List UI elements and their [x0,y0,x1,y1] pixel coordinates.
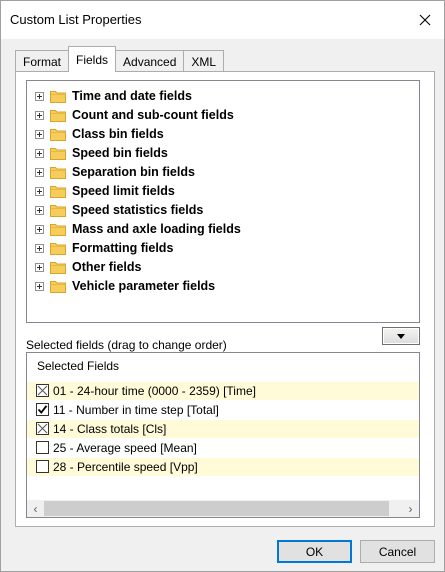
expand-plus-icon[interactable] [35,225,44,234]
tree-item[interactable]: Vehicle parameter fields [27,277,419,296]
field-checkbox[interactable] [36,441,49,454]
tree-item[interactable]: Speed statistics fields [27,201,419,220]
indeterminate-cross-icon [37,385,48,396]
selected-field-row[interactable]: 11 - Number in time step [Total] [27,401,419,419]
ok-button[interactable]: OK [277,540,352,563]
expand-plus-icon[interactable] [35,130,44,139]
selected-field-label: 25 - Average speed [Mean] [53,441,197,455]
scroll-right-icon[interactable]: › [402,500,419,517]
tree-item[interactable]: Count and sub-count fields [27,106,419,125]
tree-item-label: Speed statistics fields [72,203,204,217]
tree-item[interactable]: Class bin fields [27,125,419,144]
selected-fields-header: Selected Fields [37,359,120,373]
tree-item-label: Other fields [72,260,142,274]
chevron-down-icon [397,333,405,339]
tree-item[interactable]: Formatting fields [27,239,419,258]
expand-plus-icon[interactable] [35,111,44,120]
folder-icon [50,186,66,198]
tree-item-label: Class bin fields [72,127,164,141]
close-icon [419,14,431,26]
tree-item-label: Time and date fields [72,89,192,103]
selected-field-row[interactable]: 14 - Class totals [Cls] [27,420,419,438]
checkmark-icon [37,405,48,414]
selected-field-label: 28 - Percentile speed [Vpp] [53,460,198,474]
indeterminate-cross-icon [37,423,48,434]
tree-item-label: Formatting fields [72,241,174,255]
tree-item[interactable]: Separation bin fields [27,163,419,182]
tab-format[interactable]: Format [15,50,70,72]
selected-field-row[interactable]: 28 - Percentile speed [Vpp] [27,458,419,476]
selected-fields-caption: Selected fields (drag to change order) [26,338,227,352]
folder-icon [50,91,66,103]
field-checkbox[interactable] [36,460,49,473]
field-checkbox[interactable] [36,422,49,435]
field-checkbox[interactable] [36,384,49,397]
folder-icon [50,167,66,179]
horizontal-scrollbar[interactable]: ‹ › [27,500,419,517]
close-button[interactable] [406,1,444,39]
folder-icon [50,110,66,122]
folder-icon [50,281,66,293]
tab-strip: Format Fields Advanced XML [15,46,225,72]
tree-item[interactable]: Other fields [27,258,419,277]
tab-fields[interactable]: Fields [68,46,117,72]
cancel-button[interactable]: Cancel [360,540,435,563]
fields-tab-panel: Time and date fields Count and sub-count … [15,71,435,527]
expand-plus-icon[interactable] [35,244,44,253]
expand-plus-icon[interactable] [35,206,44,215]
expand-plus-icon[interactable] [35,149,44,158]
tree-item-label: Speed limit fields [72,184,175,198]
tree-item-label: Separation bin fields [72,165,195,179]
folder-icon [50,148,66,160]
expand-plus-icon[interactable] [35,187,44,196]
expand-plus-icon[interactable] [35,92,44,101]
tree-item[interactable]: Time and date fields [27,87,419,106]
tree-item-label: Mass and axle loading fields [72,222,241,236]
folder-icon [50,129,66,141]
folder-icon [50,243,66,255]
tree-item[interactable]: Speed bin fields [27,144,419,163]
folder-icon [50,262,66,274]
field-checkbox[interactable] [36,403,49,416]
tree-item[interactable]: Speed limit fields [27,182,419,201]
expand-plus-icon[interactable] [35,263,44,272]
expand-plus-icon[interactable] [35,282,44,291]
tab-advanced[interactable]: Advanced [115,50,185,72]
scrollbar-thumb[interactable] [44,501,389,516]
window-title: Custom List Properties [10,12,142,27]
title-bar: Custom List Properties [1,1,444,39]
selected-field-label: 01 - 24-hour time (0000 - 2359) [Time] [53,384,256,398]
tree-item[interactable]: Mass and axle loading fields [27,220,419,239]
tree-item-label: Vehicle parameter fields [72,279,216,293]
folder-icon [50,224,66,236]
expand-plus-icon[interactable] [35,168,44,177]
custom-list-properties-dialog: Custom List Properties Format Fields Adv… [0,0,445,572]
tab-xml[interactable]: XML [183,50,225,72]
selected-fields-dropdown-button[interactable] [382,327,420,345]
selected-field-label: 14 - Class totals [Cls] [53,422,167,436]
selected-field-label: 11 - Number in time step [Total] [53,403,219,417]
selected-field-row[interactable]: 01 - 24-hour time (0000 - 2359) [Time] [27,382,419,400]
folder-icon [50,205,66,217]
selected-fields-list[interactable]: Selected Fields 01 - 24-hour time (0000 … [26,352,420,518]
tree-item-label: Speed bin fields [72,146,168,160]
selected-field-row[interactable]: 25 - Average speed [Mean] [27,439,419,457]
tree-item-label: Count and sub-count fields [72,108,234,122]
field-category-tree[interactable]: Time and date fields Count and sub-count … [26,80,420,323]
scroll-left-icon[interactable]: ‹ [27,500,44,517]
